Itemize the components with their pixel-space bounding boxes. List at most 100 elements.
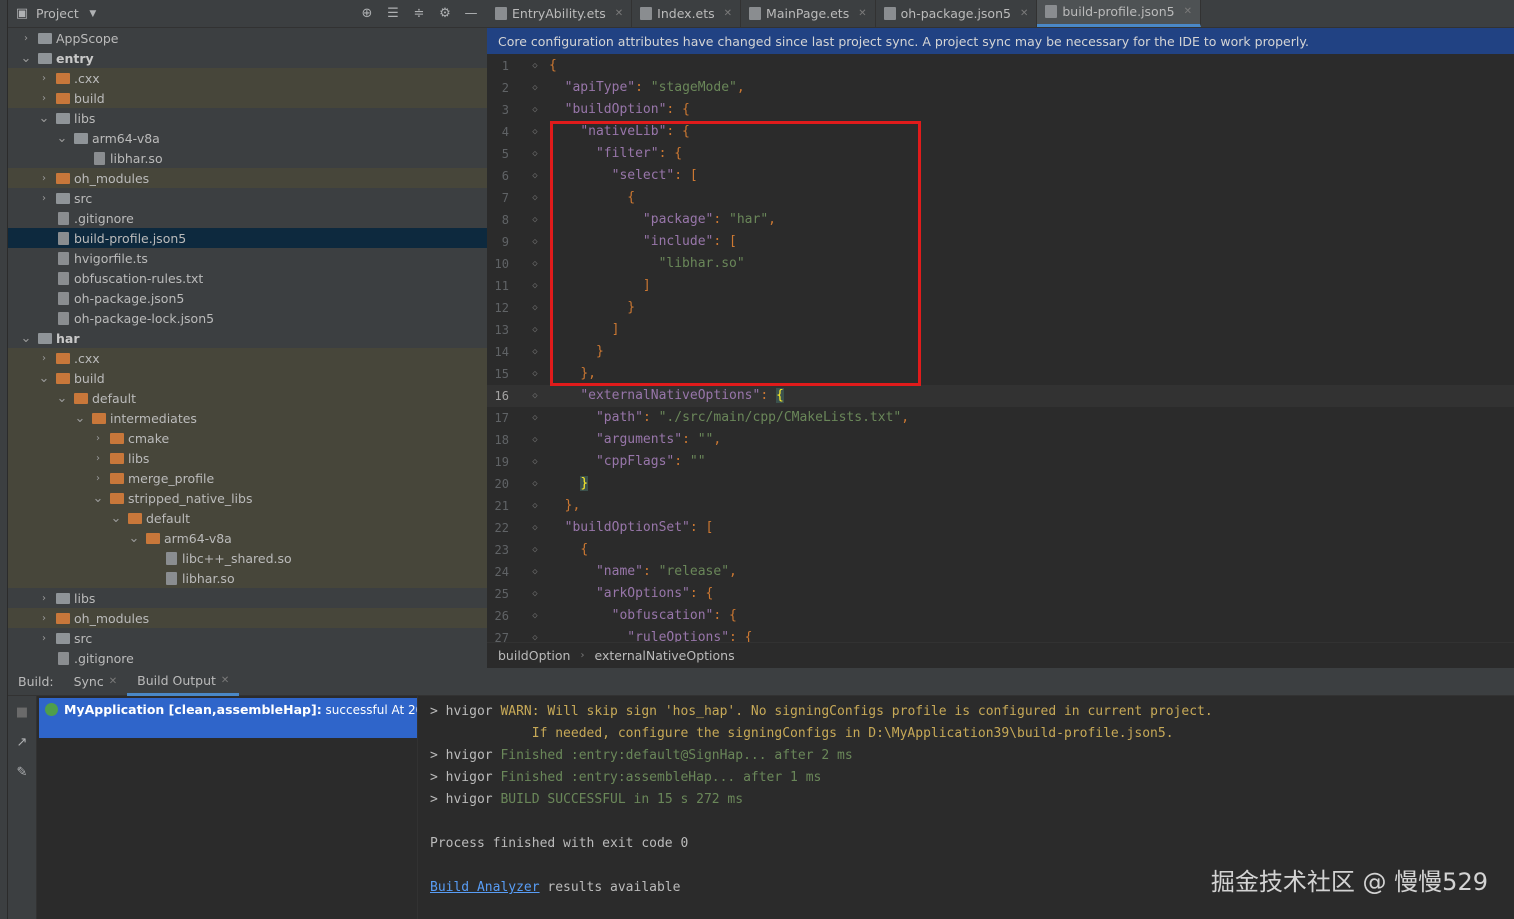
fold-marker-icon[interactable]: ◇ (527, 297, 543, 319)
code-line[interactable]: 11 ◇ ] (487, 275, 1514, 297)
collapse-all-icon[interactable]: ≑ (411, 6, 427, 22)
tree-item[interactable]: ›.gitignore (8, 208, 487, 228)
code-line[interactable]: 14 ◇ } (487, 341, 1514, 363)
code-line[interactable]: 1 ◇ { (487, 55, 1514, 77)
tree-item[interactable]: ⌄ arm64-v8a (8, 128, 487, 148)
chevron-right-icon[interactable]: › (38, 193, 50, 204)
tree-item[interactable]: ⌄ default (8, 388, 487, 408)
close-icon[interactable]: ✕ (858, 8, 866, 19)
chevron-down-icon[interactable]: ⌄ (20, 331, 32, 346)
tree-item[interactable]: ›.gitignore (8, 648, 487, 668)
chevron-down-icon[interactable]: ⌄ (38, 111, 50, 126)
tree-item[interactable]: › oh_modules (8, 608, 487, 628)
code-line[interactable]: 17 ◇ "path": "./src/main/cpp/CMakeLists.t… (487, 407, 1514, 429)
fold-marker-icon[interactable]: ◇ (527, 143, 543, 165)
tree-item[interactable]: ›oh-package-lock.json5 (8, 308, 487, 328)
close-icon[interactable]: ✕ (1020, 8, 1028, 19)
chevron-down-icon[interactable]: ⌄ (56, 391, 68, 406)
editor-tab[interactable]: EntryAbility.ets ✕ (487, 0, 633, 27)
fold-marker-icon[interactable]: ◇ (527, 55, 543, 77)
build-analyzer-link[interactable]: Build Analyzer (430, 880, 540, 895)
fold-marker-icon[interactable]: ◇ (527, 561, 543, 583)
close-icon[interactable]: ✕ (724, 8, 732, 19)
code-line[interactable]: 15 ◇ }, (487, 363, 1514, 385)
code-line[interactable]: 10 ◇ "libhar.so" (487, 253, 1514, 275)
tree-item[interactable]: ⌄ entry (8, 48, 487, 68)
fold-marker-icon[interactable]: ◇ (527, 231, 543, 253)
breadcrumb-item-build-option[interactable]: buildOption (498, 648, 570, 663)
code-line[interactable]: 25 ◇ "arkOptions": { (487, 583, 1514, 605)
fold-marker-icon[interactable]: ◇ (527, 495, 543, 517)
tree-item[interactable]: › build (8, 88, 487, 108)
fold-marker-icon[interactable]: ◇ (527, 253, 543, 275)
code-line[interactable]: 27 ◇ "ruleOptions": { (487, 627, 1514, 642)
code-line[interactable]: 26 ◇ "obfuscation": { (487, 605, 1514, 627)
fold-marker-icon[interactable]: ◇ (527, 77, 543, 99)
fold-marker-icon[interactable]: ◇ (527, 99, 543, 121)
close-icon[interactable]: ✕ (221, 675, 229, 686)
fold-marker-icon[interactable]: ◇ (527, 385, 543, 407)
code-line[interactable]: 8 ◇ "package": "har", (487, 209, 1514, 231)
code-line[interactable]: 5 ◇ "filter": { (487, 143, 1514, 165)
tree-item[interactable]: ›libhar.so (8, 568, 487, 588)
code-line[interactable]: 12 ◇ } (487, 297, 1514, 319)
code-line[interactable]: 2 ◇ "apiType": "stageMode", (487, 77, 1514, 99)
fold-marker-icon[interactable]: ◇ (527, 209, 543, 231)
close-icon[interactable]: ✕ (1184, 6, 1192, 17)
tree-item[interactable]: ⌄ stripped_native_libs (8, 488, 487, 508)
code-line[interactable]: 20 ◇ } (487, 473, 1514, 495)
code-line[interactable]: 3 ◇ "buildOption": { (487, 99, 1514, 121)
locate-icon[interactable]: ⊕ (359, 6, 375, 22)
editor-tab[interactable]: build-profile.json5 ✕ (1037, 0, 1201, 27)
code-line[interactable]: 21 ◇ }, (487, 495, 1514, 517)
tree-item[interactable]: › AppScope (8, 28, 487, 48)
fold-marker-icon[interactable]: ◇ (527, 187, 543, 209)
fold-marker-icon[interactable]: ◇ (527, 605, 543, 627)
tree-item[interactable]: ›oh-package.json5 (8, 288, 487, 308)
tree-item[interactable]: › .cxx (8, 68, 487, 88)
fold-marker-icon[interactable]: ◇ (527, 121, 543, 143)
chevron-right-icon[interactable]: › (38, 593, 50, 604)
tree-item[interactable]: › libs (8, 588, 487, 608)
tree-item[interactable]: ⌄ default (8, 508, 487, 528)
chevron-right-icon[interactable]: › (38, 633, 50, 644)
tree-item[interactable]: ›libc++_shared.so (8, 548, 487, 568)
chevron-down-icon[interactable]: ⌄ (128, 531, 140, 546)
close-icon[interactable]: ✕ (615, 8, 623, 19)
open-external-icon[interactable]: ↗ (14, 734, 30, 750)
code-line[interactable]: 4 ◇ "nativeLib": { (487, 121, 1514, 143)
fold-marker-icon[interactable]: ◇ (527, 583, 543, 605)
tree-item[interactable]: › cmake (8, 428, 487, 448)
tree-item[interactable]: › src (8, 628, 487, 648)
chevron-right-icon[interactable]: › (92, 453, 104, 464)
pin-icon[interactable]: ✎ (14, 764, 30, 780)
fold-marker-icon[interactable]: ◇ (527, 407, 543, 429)
expand-all-icon[interactable]: ☰ (385, 6, 401, 22)
chevron-right-icon[interactable]: › (20, 33, 32, 44)
build-result-entry[interactable]: MyApplication [clean,assembleHap]: succe… (39, 698, 417, 738)
tab-build-output[interactable]: Build Output ✕ (127, 668, 240, 696)
tree-item[interactable]: ⌄ arm64-v8a (8, 528, 487, 548)
fold-marker-icon[interactable]: ◇ (527, 539, 543, 561)
code-editor[interactable]: 1 ◇ {2 ◇ "apiType": "stageMode", 3 ◇ "buildOp… (487, 55, 1514, 642)
chevron-right-icon[interactable]: › (38, 353, 50, 364)
chevron-down-icon[interactable]: ⌄ (38, 371, 50, 386)
fold-marker-icon[interactable]: ◇ (527, 473, 543, 495)
breadcrumb-item-external-native-options[interactable]: externalNativeOptions (594, 648, 734, 663)
code-line[interactable]: 13 ◇ ] (487, 319, 1514, 341)
editor-tab[interactable]: MainPage.ets ✕ (741, 0, 876, 27)
tree-item[interactable]: ›build-profile.json5 (8, 228, 487, 248)
code-line[interactable]: 24 ◇ "name": "release", (487, 561, 1514, 583)
fold-marker-icon[interactable]: ◇ (527, 451, 543, 473)
code-line[interactable]: 16 ◇ "externalNativeOptions": { (487, 385, 1514, 407)
code-line[interactable]: 6 ◇ "select": [ (487, 165, 1514, 187)
tree-item[interactable]: › merge_profile (8, 468, 487, 488)
tree-item[interactable]: ›libhar.so (8, 148, 487, 168)
code-line[interactable]: 7 ◇ { (487, 187, 1514, 209)
chevron-right-icon[interactable]: › (92, 473, 104, 484)
tree-item[interactable]: › oh_modules (8, 168, 487, 188)
code-line[interactable]: 9 ◇ "include": [ (487, 231, 1514, 253)
chevron-down-icon[interactable]: ⌄ (110, 511, 122, 526)
code-line[interactable]: 19 ◇ "cppFlags": "" (487, 451, 1514, 473)
tree-item[interactable]: ⌄ libs (8, 108, 487, 128)
